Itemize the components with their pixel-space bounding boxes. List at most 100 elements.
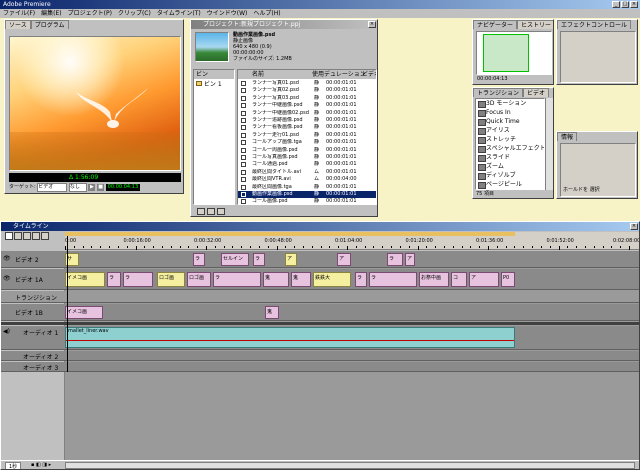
transition-folder[interactable]: Focus In <box>476 108 544 117</box>
edit-line[interactable] <box>67 236 68 372</box>
clip-row[interactable]: ランナー写真01.psd 静 00:00:01:01 <box>238 80 376 87</box>
timeline-clip[interactable]: ア <box>405 253 415 266</box>
timeline-clip[interactable]: 鬼 <box>263 272 289 287</box>
transitions-scrollbar[interactable] <box>545 98 553 190</box>
timeline-clip[interactable]: 鬼 <box>265 306 279 319</box>
timeline-ruler[interactable]: 0:00 0:00:16:00 0:00:32:00 0:00:48:00 0:01:0… <box>65 232 639 250</box>
tab-source[interactable]: ソース <box>5 20 31 29</box>
timeline-clip[interactable]: ロゴ画 <box>157 272 185 287</box>
tab-navigator[interactable]: ナビゲーター <box>473 20 518 29</box>
timeline-clip[interactable]: ラ <box>213 272 261 287</box>
timeline-clip[interactable]: ラ <box>123 272 153 287</box>
clip-row[interactable]: ランナー写真03.psd 静 00:00:01:01 <box>238 95 376 102</box>
clip-row[interactable]: ゴール写真画像.psd 静 00:00:01:01 <box>238 154 376 161</box>
clip-row[interactable]: 動画作業画像.psd 静 00:00:01:01 <box>238 191 376 198</box>
timeline-clip[interactable]: ラ <box>387 253 403 266</box>
speaker-icon[interactable]: ◀) <box>3 328 10 335</box>
clip-row[interactable]: ランナー写真02.psd 静 00:00:01:01 <box>238 87 376 94</box>
timeline-clip[interactable]: ア <box>285 253 297 266</box>
trash-icon[interactable] <box>217 208 225 215</box>
clip-row[interactable]: ランナー中継画像02.psd 静 00:00:01:01 <box>238 110 376 117</box>
transition-folder[interactable]: ページピール <box>476 180 544 189</box>
clip-row[interactable]: ランナー看板画像.psd 静 00:00:01:01 <box>238 124 376 131</box>
menu-file[interactable]: ファイル(F) <box>0 9 38 18</box>
audio-clip[interactable]: mallet_liner.wav <box>65 327 515 348</box>
timeline-clip[interactable]: コ <box>451 272 467 287</box>
clip-row[interactable]: 最終区間VTR.avi ム 00:00:04:00 <box>238 176 376 183</box>
clip-row[interactable]: ゴール通過.psd 静 00:00:01:01 <box>238 161 376 168</box>
transition-folder[interactable]: アイリス <box>476 126 544 135</box>
timeline-clip[interactable]: P0 <box>501 272 515 287</box>
play-button[interactable]: ▶ <box>88 184 96 191</box>
zoom-select[interactable]: 1秒 <box>5 462 22 469</box>
hand-tool-icon[interactable] <box>32 232 40 240</box>
col-video[interactable]: ビデオ <box>362 70 376 79</box>
clip-row[interactable]: 最終区間画像.tga 静 00:00:01:01 <box>238 184 376 191</box>
menu-help[interactable]: ヘルプ(H) <box>250 9 283 18</box>
clip-row[interactable]: ゴール一周画像.psd 静 00:00:01:01 <box>238 147 376 154</box>
timeline-clip[interactable]: ア <box>469 272 499 287</box>
eye-icon[interactable]: 👁 <box>3 275 11 282</box>
clip-row[interactable]: ゴールアップ画像.tga 静 00:00:01:01 <box>238 139 376 146</box>
new-bin-icon[interactable] <box>197 208 205 215</box>
timeline-clip[interactable]: ラ <box>107 272 121 287</box>
col-duration[interactable]: デュレーション <box>324 70 366 79</box>
col-use[interactable]: 使用 <box>312 70 324 79</box>
selection-tool-icon[interactable] <box>5 232 13 240</box>
timeline-clip[interactable]: お祭中画 <box>419 272 449 287</box>
menu-project[interactable]: プロジェクト(P) <box>65 9 115 18</box>
footer-icons[interactable]: ▪ ◧ ◨ ▸ <box>31 462 51 468</box>
transition-folder[interactable]: ストレッチ <box>476 135 544 144</box>
range-tool-icon[interactable] <box>14 232 22 240</box>
timeline-clip[interactable]: セルイン <box>221 253 249 266</box>
minimize-button[interactable]: _ <box>612 1 620 8</box>
timeline-clip[interactable]: 鉄鉄大 <box>313 272 351 287</box>
find-icon[interactable] <box>207 208 215 215</box>
col-name[interactable]: 名前 <box>252 70 264 79</box>
timeline-clip[interactable]: 鬼 <box>291 272 311 287</box>
none-select[interactable]: なし <box>68 183 87 192</box>
navigator-frame[interactable] <box>483 34 529 72</box>
menu-edit[interactable]: 編集(E) <box>38 9 64 18</box>
transition-folder[interactable]: Quick Time <box>476 117 544 126</box>
clip-row[interactable]: ゴール画像.psd 静 00:00:01:01 <box>238 198 376 204</box>
timeline-clip[interactable]: ア <box>337 253 351 266</box>
bin-item[interactable]: ビン 1 <box>194 80 234 89</box>
timeline-clip[interactable]: ラ <box>355 272 367 287</box>
transition-folder[interactable]: ズーム <box>476 162 544 171</box>
clip-row[interactable]: 最終区間タイトル.avi ム 00:00:01:01 <box>238 169 376 176</box>
work-area-bar[interactable] <box>65 232 515 236</box>
menu-clip[interactable]: クリップ(C) <box>115 9 154 18</box>
tab-history[interactable]: ヒストリー <box>517 20 553 29</box>
target-select[interactable]: ビデオ <box>37 183 68 192</box>
razor-tool-icon[interactable] <box>23 232 31 240</box>
close-button[interactable]: × <box>630 1 638 8</box>
transition-folder[interactable]: 3D モーション <box>476 99 544 108</box>
timeline-scrollbar[interactable] <box>65 462 635 469</box>
tab-info[interactable]: 情報 <box>557 132 578 141</box>
clip-row[interactable]: ランナー追跡画像.psd 静 00:00:01:01 <box>238 117 376 124</box>
maximize-button[interactable]: □ <box>621 1 629 8</box>
timeline-clip[interactable]: イメコ画 <box>65 306 103 319</box>
stop-button[interactable]: ■ <box>97 184 105 191</box>
tab-effect-controls[interactable]: エフェクトコントロール <box>557 20 632 29</box>
tab-transitions[interactable]: トランジション <box>473 88 524 97</box>
tab-program[interactable]: プログラム <box>30 20 69 29</box>
timeline-clip[interactable]: イメコ画 <box>65 272 105 287</box>
menu-timeline[interactable]: タイムライン(T) <box>154 9 204 18</box>
transition-folder[interactable]: スライド <box>476 153 544 162</box>
project-close-button[interactable]: × <box>368 21 376 28</box>
transition-folder[interactable]: スペシャルエフェクト <box>476 144 544 153</box>
timeline-close-button[interactable]: × <box>630 223 638 230</box>
timeline-clip[interactable]: ラ <box>369 272 417 287</box>
eye-icon[interactable]: 👁 <box>3 255 11 262</box>
zoom-tool-icon[interactable] <box>41 232 49 240</box>
timeline-clip[interactable]: ラ <box>253 253 265 266</box>
timeline-clip[interactable]: ロゴ画 <box>187 272 211 287</box>
clip-row[interactable]: ランナー走行01.psd 静 00:00:01:01 <box>238 132 376 139</box>
clip-row[interactable]: ランナー中継画像.psd 静 00:00:01:01 <box>238 102 376 109</box>
tab-video[interactable]: ビデオ <box>523 88 550 97</box>
transition-folder[interactable]: ディゾルブ <box>476 171 544 180</box>
menu-window[interactable]: ウインドウ(W) <box>204 9 251 18</box>
timeline-clip[interactable]: ラ <box>193 253 205 266</box>
